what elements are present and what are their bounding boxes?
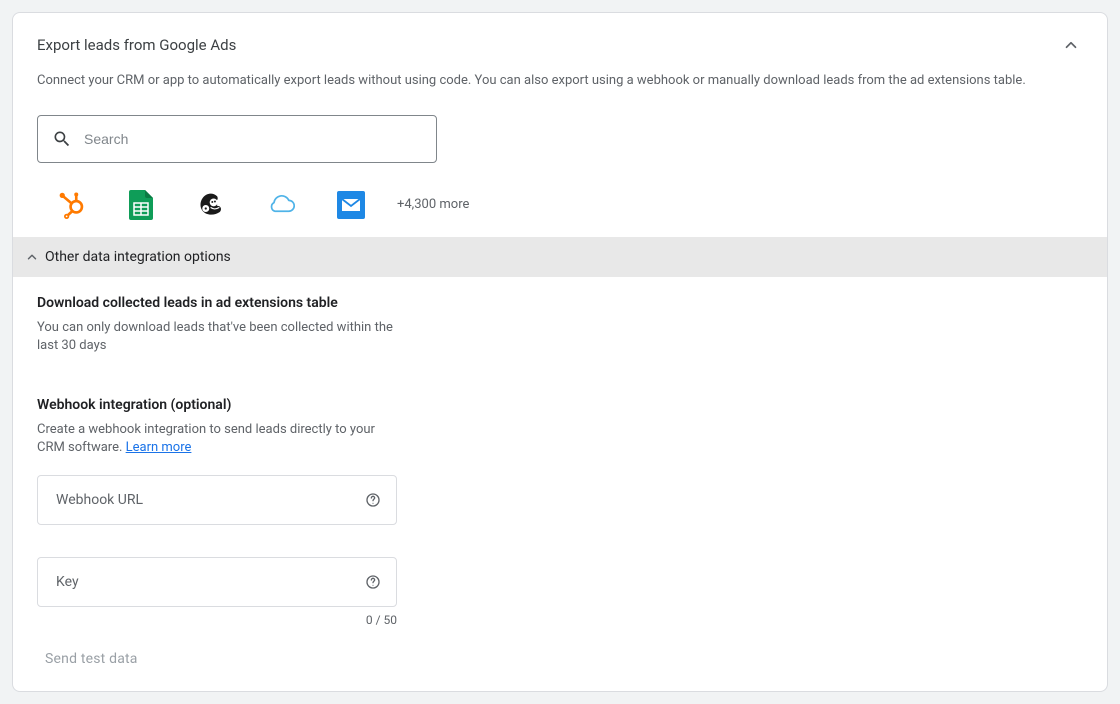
chevron-up-icon xyxy=(25,250,39,264)
webhook-key-field[interactable]: Key xyxy=(37,557,397,607)
card-title: Export leads from Google Ads xyxy=(37,36,236,54)
card-subtitle: Connect your CRM or app to automatically… xyxy=(37,71,1083,91)
mail-app-icon[interactable] xyxy=(337,191,365,219)
webhook-key-label: Key xyxy=(56,574,79,590)
search-input[interactable] xyxy=(84,131,422,147)
chevron-up-icon xyxy=(1062,36,1080,54)
other-options-toggle[interactable]: Other data integration options xyxy=(13,237,1107,277)
cloud-icon[interactable] xyxy=(267,191,295,219)
webhook-section-desc: Create a webhook integration to send lea… xyxy=(37,421,397,457)
webhook-section-title: Webhook integration (optional) xyxy=(37,397,1083,413)
search-field[interactable] xyxy=(37,115,437,163)
app-integrations-row: +4,300 more xyxy=(37,191,1083,237)
search-icon xyxy=(52,129,72,149)
other-options-label: Other data integration options xyxy=(45,249,231,265)
more-apps-text[interactable]: +4,300 more xyxy=(397,197,469,212)
webhook-url-label: Webhook URL xyxy=(56,492,143,508)
google-sheets-icon[interactable] xyxy=(127,191,155,219)
webhook-desc-text: Create a webhook integration to send lea… xyxy=(37,422,375,455)
download-section-desc: You can only download leads that've been… xyxy=(37,319,397,355)
download-section-title: Download collected leads in ad extension… xyxy=(37,295,1083,311)
webhook-url-field[interactable]: Webhook URL xyxy=(37,475,397,525)
send-test-data-button[interactable]: Send test data xyxy=(37,651,1083,667)
help-icon[interactable] xyxy=(364,573,382,591)
collapse-button[interactable] xyxy=(1059,33,1083,57)
export-leads-card: Export leads from Google Ads Connect you… xyxy=(12,12,1108,692)
mailchimp-icon[interactable] xyxy=(197,191,225,219)
hubspot-icon[interactable] xyxy=(57,191,85,219)
help-icon[interactable] xyxy=(364,491,382,509)
key-char-count: 0 / 50 xyxy=(37,613,397,627)
learn-more-link[interactable]: Learn more xyxy=(126,440,192,455)
